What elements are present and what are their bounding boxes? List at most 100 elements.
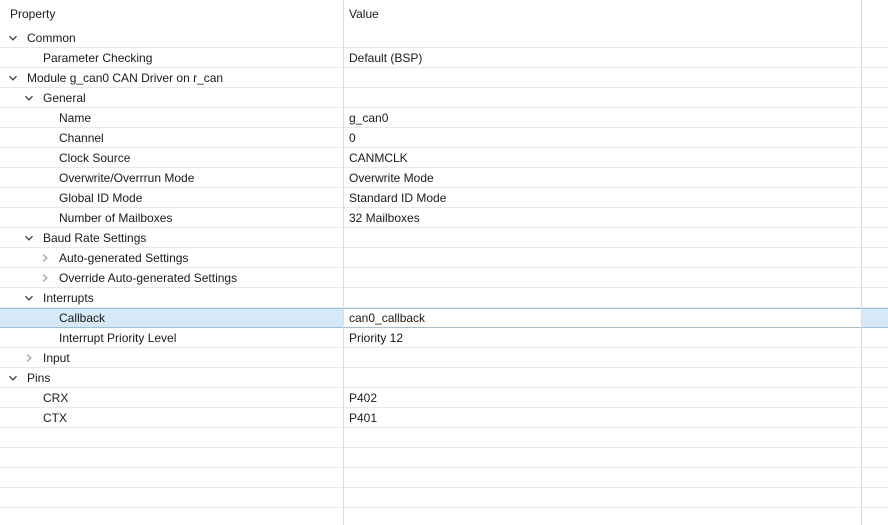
row-end-spacer	[861, 328, 888, 347]
row-end-spacer	[861, 48, 888, 67]
value-cell[interactable]	[343, 248, 861, 267]
property-row[interactable]: Module g_can0 CAN Driver on r_can	[0, 68, 888, 88]
property-row[interactable]: CRXP402	[0, 388, 888, 408]
value-cell[interactable]	[343, 68, 861, 87]
value-cell[interactable]	[343, 288, 861, 307]
value-cell[interactable]: Overwrite Mode	[343, 168, 861, 187]
row-end-spacer	[861, 108, 888, 127]
empty-row[interactable]	[0, 508, 888, 525]
empty-row[interactable]	[0, 428, 888, 448]
property-label: Common	[27, 31, 76, 45]
chevron-down-icon[interactable]	[8, 68, 27, 87]
value-cell[interactable]	[343, 368, 861, 387]
value-cell[interactable]: g_can0	[343, 108, 861, 127]
property-label: CTX	[43, 411, 67, 425]
property-label: Channel	[59, 131, 104, 145]
empty-row[interactable]	[0, 448, 888, 468]
property-row[interactable]: General	[0, 88, 888, 108]
property-row[interactable]: Clock Source CANMCLK	[0, 148, 888, 168]
property-row[interactable]: Auto-generated Settings	[0, 248, 888, 268]
value-cell[interactable]	[343, 88, 861, 107]
property-cell: Callback	[0, 309, 343, 327]
chevron-down-icon[interactable]	[8, 368, 27, 387]
value-cell[interactable]	[343, 468, 861, 487]
column-header-value[interactable]: Value	[343, 0, 861, 28]
row-end-spacer	[861, 88, 888, 107]
property-label: Auto-generated Settings	[59, 251, 188, 265]
property-row[interactable]: Overwrite/Overrrun ModeOverwrite Mode	[0, 168, 888, 188]
chevron-down-icon[interactable]	[24, 288, 43, 307]
row-end-spacer	[861, 508, 888, 525]
property-row[interactable]: Nameg_can0	[0, 108, 888, 128]
value-cell[interactable]	[343, 348, 861, 367]
chevron-down-icon[interactable]	[24, 88, 43, 107]
row-end-spacer	[861, 68, 888, 87]
row-end-spacer	[861, 448, 888, 467]
property-label: Baud Rate Settings	[43, 231, 146, 245]
property-label: Global ID Mode	[59, 191, 142, 205]
property-row[interactable]: Number of Mailboxes32 Mailboxes	[0, 208, 888, 228]
empty-row[interactable]	[0, 488, 888, 508]
chevron-right-icon[interactable]	[40, 268, 59, 287]
property-cell: Number of Mailboxes	[0, 208, 343, 227]
value-cell-editor[interactable]: can0_callback	[343, 309, 861, 327]
row-end-spacer	[861, 148, 888, 167]
property-row[interactable]: CTX P401	[0, 408, 888, 428]
chevron-down-icon[interactable]	[8, 28, 27, 47]
property-row[interactable]: Callbackcan0_callback	[0, 308, 888, 328]
property-cell: Clock Source	[0, 148, 343, 167]
property-cell: Common	[0, 28, 343, 47]
value-cell[interactable]: Default (BSP)	[343, 48, 861, 67]
row-end-spacer	[861, 168, 888, 187]
row-end-spacer	[861, 309, 888, 327]
property-row[interactable]: Global ID Mode Standard ID Mode	[0, 188, 888, 208]
property-row[interactable]: Override Auto-generated Settings	[0, 268, 888, 288]
row-end-spacer	[861, 208, 888, 227]
row-end-spacer	[861, 428, 888, 447]
property-row[interactable]: Pins	[0, 368, 888, 388]
property-row[interactable]: Baud Rate Settings	[0, 228, 888, 248]
row-end-spacer	[861, 228, 888, 247]
value-cell[interactable]: Priority 12	[343, 328, 861, 347]
property-cell: Interrupt Priority Level	[0, 328, 343, 347]
value-cell[interactable]	[343, 488, 861, 507]
value-cell[interactable]: 0	[343, 128, 861, 147]
value-cell[interactable]: CANMCLK	[343, 148, 861, 167]
value-cell[interactable]: 32 Mailboxes	[343, 208, 861, 227]
value-cell[interactable]: P402	[343, 388, 861, 407]
empty-row[interactable]	[0, 468, 888, 488]
row-end-spacer	[861, 188, 888, 207]
chevron-right-icon[interactable]	[40, 248, 59, 267]
property-label: Input	[43, 351, 70, 365]
property-cell: Module g_can0 CAN Driver on r_can	[0, 68, 343, 87]
row-end-spacer	[861, 388, 888, 407]
property-cell: Input	[0, 348, 343, 367]
value-cell[interactable]	[343, 448, 861, 467]
property-cell	[0, 448, 343, 467]
property-row[interactable]: Parameter Checking Default (BSP)	[0, 48, 888, 68]
chevron-down-icon[interactable]	[24, 228, 43, 247]
property-row[interactable]: Interrupts	[0, 288, 888, 308]
property-row[interactable]: Channel 0	[0, 128, 888, 148]
column-header-property[interactable]: Property	[0, 0, 343, 28]
property-row[interactable]: Input	[0, 348, 888, 368]
value-cell[interactable]: P401	[343, 408, 861, 427]
value-cell[interactable]	[343, 28, 861, 47]
property-label: Clock Source	[59, 151, 130, 165]
value-cell[interactable]	[343, 428, 861, 447]
property-row[interactable]: Interrupt Priority LevelPriority 12	[0, 328, 888, 348]
property-label: Interrupts	[43, 291, 94, 305]
value-cell[interactable]: Standard ID Mode	[343, 188, 861, 207]
property-row[interactable]: Common	[0, 28, 888, 48]
property-cell: CRX	[0, 388, 343, 407]
row-end-spacer	[861, 368, 888, 387]
property-label: Parameter Checking	[43, 51, 152, 65]
value-cell[interactable]	[343, 268, 861, 287]
property-cell: Override Auto-generated Settings	[0, 268, 343, 287]
column-resize-divider-value[interactable]	[861, 0, 862, 525]
property-cell: Interrupts	[0, 288, 343, 307]
value-cell[interactable]	[343, 228, 861, 247]
chevron-right-icon[interactable]	[24, 348, 43, 367]
column-resize-divider-property[interactable]	[343, 0, 344, 525]
value-cell[interactable]	[343, 508, 861, 525]
